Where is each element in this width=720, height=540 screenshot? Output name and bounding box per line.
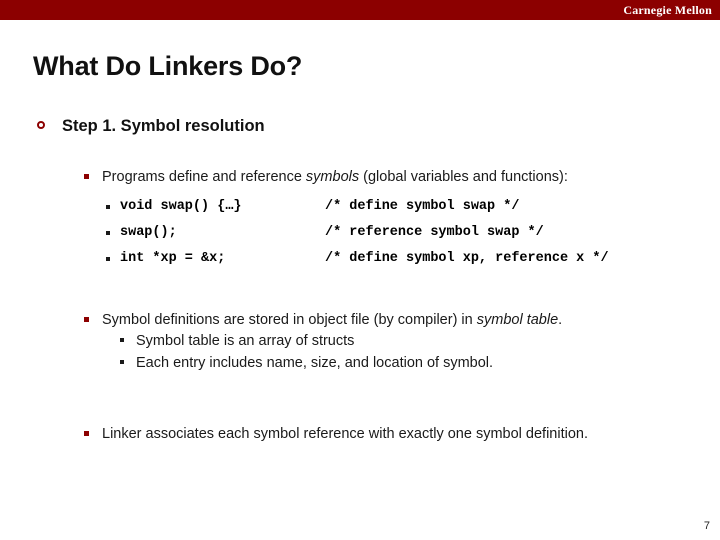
sub-bullet-label: Each entry includes name, size, and loca… [136,355,494,371]
square-bullet-icon [106,257,110,261]
code-line: swap(); /* reference symbol swap */ [106,220,720,246]
square-bullet-icon [84,317,89,322]
bullet-step-1: Step 1. Symbol resolution [34,115,720,137]
page-number: 7 [703,520,710,532]
bullet-symbol-table-array: Symbol table is an array of structs [120,330,720,352]
code-line: int *xp = &x; /* define symbol xp, refer… [106,246,720,272]
code-line: void swap() {…} /* define symbol swap */ [106,194,720,220]
square-bullet-icon [120,360,124,364]
code-statement: swap(); [120,225,177,240]
defs-text-after: . [558,312,563,328]
sub-bullet-label: Symbol table is an array of structs [136,333,355,349]
code-comment: /* reference symbol swap */ [325,225,544,240]
bullet-symbol-definitions: Symbol definitions are stored in object … [84,310,720,330]
bullet-linker-associates: Linker associates each symbol reference … [84,424,720,444]
square-bullet-icon [120,338,124,342]
code-block: void swap() {…} /* define symbol swap */… [106,194,720,272]
code-statement: void swap() {…} [120,199,242,214]
code-comment: /* define symbol swap */ [325,199,520,214]
intro-text-before: Programs define and reference [102,169,306,185]
defs-text-italic: symbol table [476,312,559,328]
intro-text-after: (global variables and functions): [359,169,568,185]
linker-text: Linker associates each symbol reference … [102,426,588,442]
square-bullet-icon [106,205,110,209]
carnegie-mellon-brand: Carnegie Mellon [623,3,712,17]
bullet-entry-includes: Each entry includes name, size, and loca… [120,352,720,374]
square-bullet-icon [106,231,110,235]
bullet-programs-define: Programs define and reference symbols (g… [84,167,720,187]
top-banner: Carnegie Mellon [0,0,720,20]
slide-body: Step 1. Symbol resolution Programs defin… [0,115,720,444]
code-comment: /* define symbol xp, reference x */ [325,251,609,266]
ring-bullet-icon [37,121,45,129]
page-title: What Do Linkers Do? [33,51,303,81]
step-1-label: Step 1. Symbol resolution [62,117,265,135]
intro-text-italic: symbols [305,169,360,185]
defs-text-before: Symbol definitions are stored in object … [102,312,477,328]
code-statement: int *xp = &x; [120,251,226,266]
square-bullet-icon [84,174,89,179]
square-bullet-icon [84,431,89,436]
